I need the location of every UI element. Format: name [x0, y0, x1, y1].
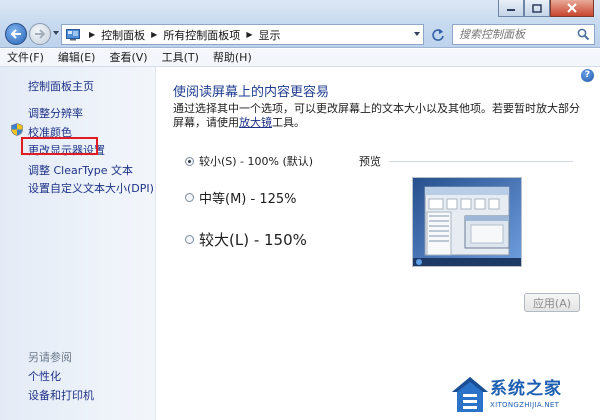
page-title: 使阅读屏幕上的内容更容易 — [173, 85, 330, 100]
breadcrumb-separator-icon[interactable]: ▶ — [246, 30, 252, 39]
option-medium-label: 中等(M) - 125% — [199, 192, 297, 207]
title-bar: ▶ 控制面板 ▶ 所有控制面板项 ▶ 显示 — [0, 0, 600, 48]
radio-smaller[interactable] — [185, 156, 194, 166]
description-text: 通过选择其中一个选项，可以更改屏幕上的文本大小以及其他项。若要暂时放大部分屏幕，… — [173, 102, 580, 129]
breadcrumb-item[interactable]: 所有控制面板项 — [163, 27, 240, 43]
watermark-title: 系统之家 — [490, 379, 562, 399]
personalization-link[interactable]: 个性化 — [28, 368, 61, 384]
magnifier-link[interactable]: 放大镜 — [239, 116, 272, 129]
menu-help[interactable]: 帮助(H) — [206, 49, 259, 67]
refresh-icon — [432, 28, 444, 41]
close-button[interactable] — [550, 0, 594, 17]
close-icon — [567, 3, 577, 13]
control-panel-icon — [66, 28, 80, 40]
desktop-preview-icon — [413, 178, 521, 266]
window-controls — [498, 0, 594, 17]
preview-divider — [389, 160, 573, 162]
description-tail: 工具。 — [272, 116, 305, 129]
menu-bar: 文件(F) 编辑(E) 查看(V) 工具(T) 帮助(H) — [0, 49, 600, 67]
preview-image — [412, 177, 522, 267]
back-button[interactable] — [5, 23, 27, 45]
search-box — [452, 24, 595, 45]
menu-file[interactable]: 文件(F) — [0, 49, 51, 67]
minimize-button[interactable] — [498, 0, 524, 17]
history-dropdown-icon[interactable] — [53, 31, 59, 35]
search-input[interactable] — [453, 25, 571, 44]
watermark: 系统之家 XITONGZHIJIA.NET — [450, 372, 600, 420]
page-description: 通过选择其中一个选项，可以更改屏幕上的文本大小以及其他项。若要暂时放大部分屏幕，… — [173, 102, 583, 130]
adjust-resolution-link[interactable]: 调整分辨率 — [28, 105, 83, 121]
address-bar[interactable]: ▶ 控制面板 ▶ 所有控制面板项 ▶ 显示 — [61, 24, 424, 45]
menu-tools[interactable]: 工具(T) — [155, 49, 206, 67]
help-icon[interactable]: ? — [581, 69, 594, 82]
option-medium[interactable]: 中等(M) - 125% — [185, 188, 296, 207]
forward-arrow-icon — [35, 29, 46, 39]
option-larger-label: 较大(L) - 150% — [199, 231, 307, 249]
watermark-url: XITONGZHIJIA.NET — [490, 401, 560, 409]
custom-dpi-link[interactable]: 设置自定义文本大小(DPI) — [28, 180, 154, 196]
navigation-pane: 控制面板主页 调整分辨率 校准颜色 更改显示器设置 调整 ClearType 文… — [0, 67, 156, 420]
maximize-icon — [532, 3, 542, 13]
control-panel-home-link[interactable]: 控制面板主页 — [28, 78, 94, 94]
preview-label: 预览 — [359, 155, 381, 168]
forward-button[interactable] — [29, 23, 51, 45]
adjust-cleartype-link[interactable]: 调整 ClearType 文本 — [28, 162, 133, 178]
option-smaller-label: 较小(S) - 100% (默认) — [199, 155, 314, 168]
highlight-annotation-box — [21, 137, 98, 155]
radio-larger[interactable] — [185, 235, 194, 244]
back-arrow-icon — [10, 29, 21, 39]
minimize-icon — [507, 9, 515, 11]
breadcrumb-separator-icon[interactable]: ▶ — [89, 30, 95, 39]
search-icon[interactable] — [577, 28, 590, 41]
see-also-heading: 另请参阅 — [28, 351, 72, 364]
breadcrumb-item[interactable]: 显示 — [258, 27, 280, 43]
devices-and-printers-link[interactable]: 设备和打印机 — [28, 387, 94, 403]
address-dropdown-icon[interactable] — [414, 32, 420, 36]
breadcrumb-item[interactable]: 控制面板 — [101, 27, 145, 43]
refresh-button[interactable] — [428, 25, 448, 44]
shield-icon — [11, 123, 23, 136]
menu-view[interactable]: 查看(V) — [102, 49, 154, 67]
maximize-button[interactable] — [524, 0, 550, 17]
breadcrumb: ▶ 控制面板 ▶ 所有控制面板项 ▶ 显示 — [83, 27, 280, 43]
breadcrumb-separator-icon[interactable]: ▶ — [151, 30, 157, 39]
option-smaller[interactable]: 较小(S) - 100% (默认) — [185, 153, 313, 169]
menu-edit[interactable]: 编辑(E) — [51, 49, 103, 67]
preview-heading: 预览 — [359, 153, 573, 169]
option-larger[interactable]: 较大(L) - 150% — [185, 229, 307, 250]
house-logo-icon — [452, 377, 488, 412]
main-content: ? 使阅读屏幕上的内容更容易 通过选择其中一个选项，可以更改屏幕上的文本大小以及… — [157, 67, 600, 420]
radio-medium[interactable] — [185, 193, 194, 202]
apply-button[interactable]: 应用(A) — [524, 293, 580, 312]
